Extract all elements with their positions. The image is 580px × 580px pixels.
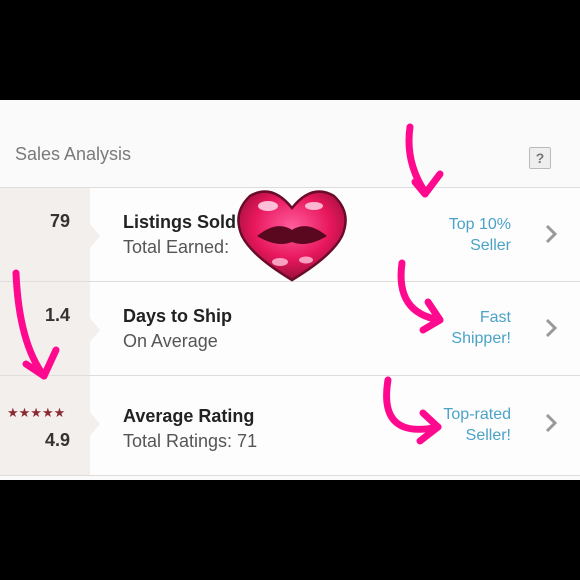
total-ratings-label: Total Ratings: 71 — [123, 431, 258, 451]
days-to-ship-label: Days to Ship — [123, 306, 233, 326]
page-title: Sales Analysis — [15, 144, 132, 164]
chevron-right-icon[interactable] — [541, 222, 561, 246]
lips-sticker — [237, 190, 347, 282]
pink-arrow-icon — [405, 123, 444, 198]
pink-arrow-icon — [12, 269, 60, 380]
top-seller-badge[interactable]: Top 10% Seller — [449, 214, 511, 256]
average-rating-label: Average Rating — [123, 406, 255, 426]
card-header: Sales Analysis ? — [0, 100, 580, 188]
chevron-right-icon[interactable] — [541, 411, 561, 435]
help-icon[interactable]: ? — [529, 147, 551, 169]
listings-sold-value: 79 — [49, 211, 70, 231]
chevron-right-icon[interactable] — [541, 316, 561, 340]
star-rating-icons: ★★★★★ — [7, 405, 66, 420]
pink-arrow-icon — [383, 376, 442, 445]
on-average-label: On Average — [123, 331, 218, 351]
pink-arrow-icon — [397, 259, 444, 334]
top-rated-badge[interactable]: Top-rated Seller! — [443, 404, 511, 446]
stat-value-cell — [0, 376, 90, 475]
stat-row-rating[interactable]: ★★★★★ 4.9 Average Rating Total Ratings: … — [0, 376, 580, 476]
total-earned-label: Total Earned: — [123, 237, 230, 257]
average-rating-value: 4.9 — [44, 430, 70, 450]
fast-shipper-badge[interactable]: Fast Shipper! — [451, 307, 511, 349]
listings-sold-label: Listings Sold — [123, 212, 237, 232]
